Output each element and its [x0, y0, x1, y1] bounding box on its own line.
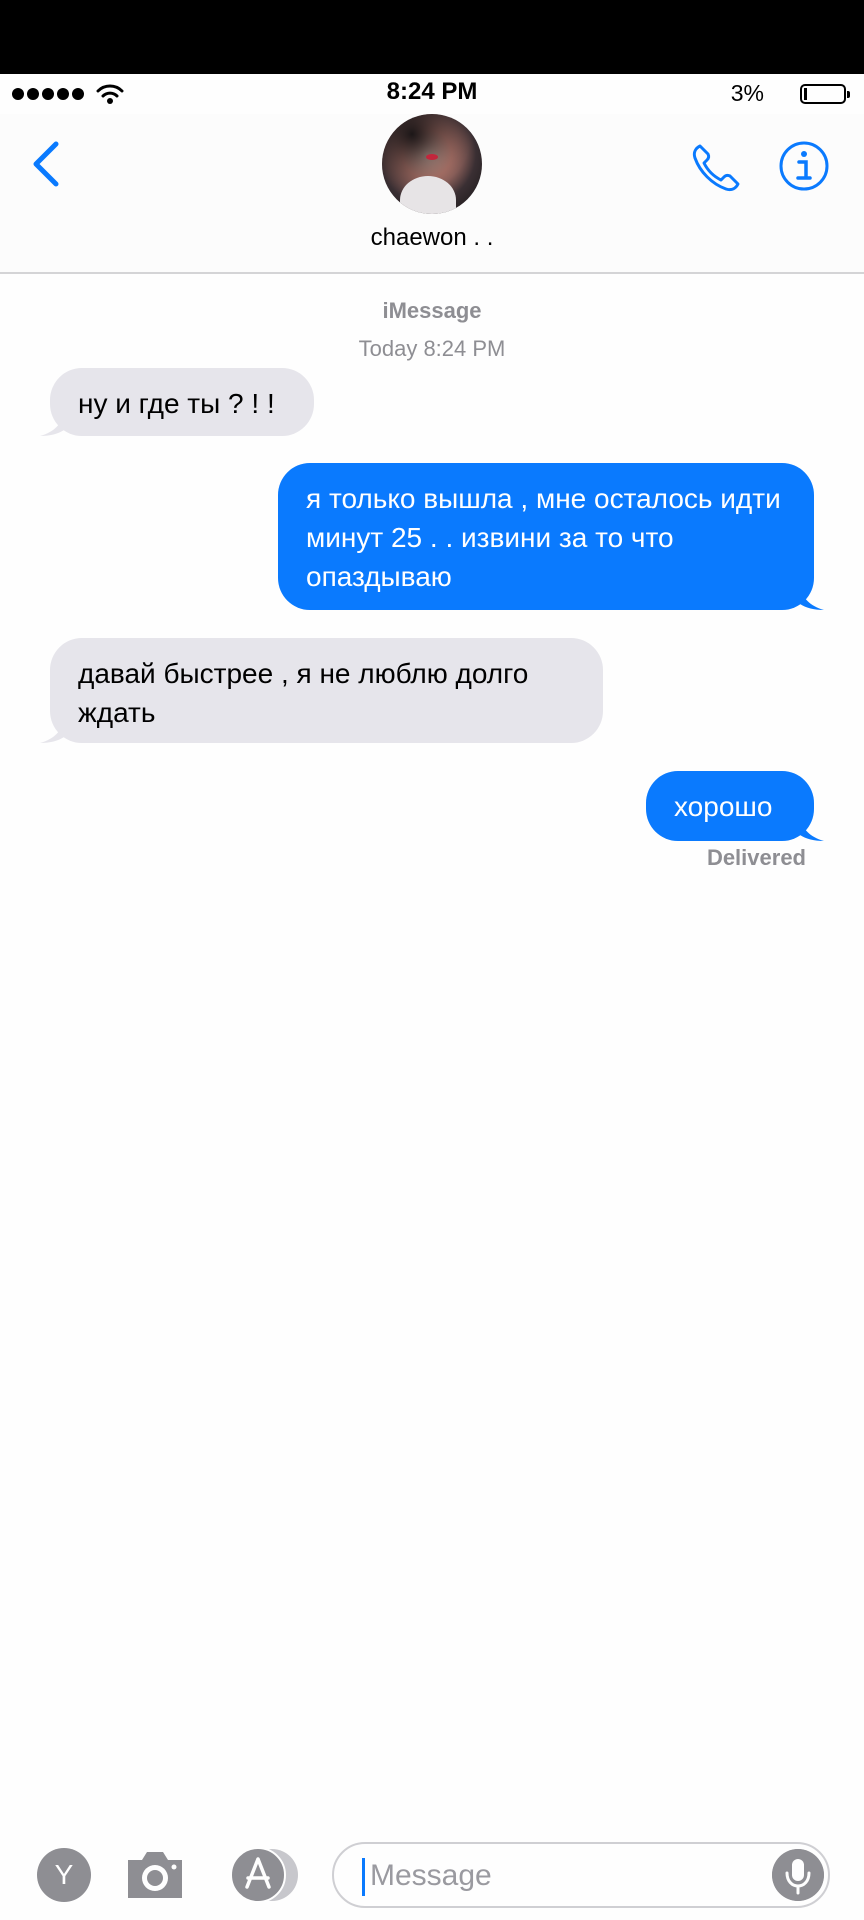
bubble-tail [40, 719, 64, 743]
message-bubble-outgoing[interactable]: я только вышла , мне осталось идти минут… [278, 463, 824, 610]
composer-bar: Y Message [0, 1830, 864, 1920]
service-label: iMessage [382, 298, 482, 323]
status-bar: 8:24 PM 3% [0, 74, 864, 114]
message-text: я только вышла , мне осталось идти минут… [306, 483, 781, 592]
conversation-header: chaewon . . [0, 114, 864, 274]
app-drawer-button[interactable]: Y [37, 1848, 91, 1902]
message-bubble-incoming[interactable]: давай быстрее , я не люблю долго ждать [40, 638, 603, 743]
delivery-status: Delivered [706, 845, 806, 870]
black-top-band [0, 0, 864, 74]
camera-icon[interactable] [124, 1846, 186, 1902]
phone-icon[interactable] [688, 140, 744, 196]
message-input[interactable]: Message [332, 1842, 830, 1908]
message-text: ну и где ты ? ! ! [78, 388, 275, 419]
bubble-tail [800, 586, 824, 610]
message-placeholder: Message [370, 1859, 492, 1892]
bubble-tail [800, 817, 824, 841]
message-text: хорошо [674, 791, 773, 822]
thread-timestamp: Today 8:24 PM [358, 336, 506, 361]
chevron-left-icon[interactable] [22, 136, 72, 192]
microphone-icon[interactable] [772, 1849, 824, 1901]
bubble-tail [40, 412, 64, 436]
contact-name[interactable]: chaewon . . [0, 224, 864, 252]
battery-percentage: 3% [730, 80, 764, 106]
battery-icon [800, 84, 850, 104]
text-caret [362, 1858, 365, 1896]
message-text: давай быстрее , я не люблю долго ждать [78, 658, 529, 728]
message-bubble-incoming[interactable]: ну и где ты ? ! ! [40, 368, 314, 436]
app-store-icon[interactable] [226, 1847, 300, 1903]
contact-avatar[interactable] [382, 114, 482, 214]
message-bubble-outgoing[interactable]: хорошо [646, 771, 824, 841]
info-icon[interactable] [778, 140, 830, 192]
